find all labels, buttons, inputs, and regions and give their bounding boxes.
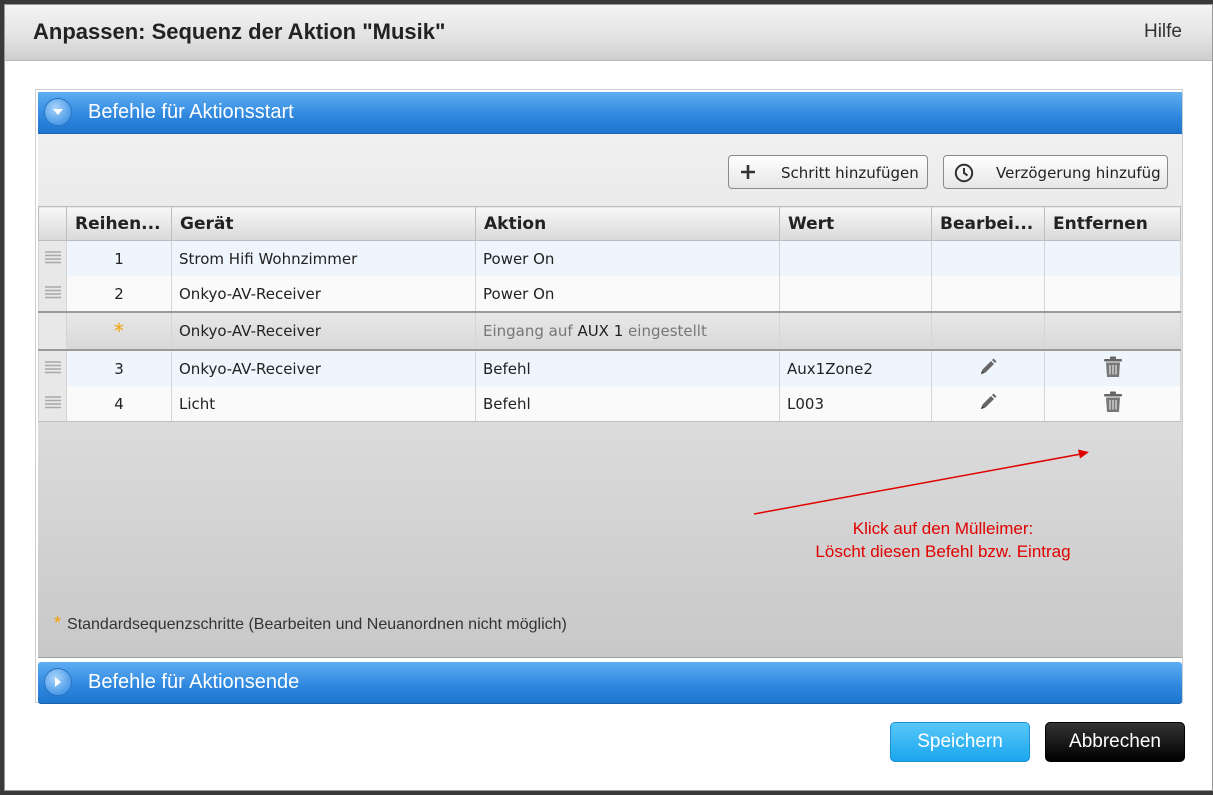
dialog-titlebar: Anpassen: Sequenz der Aktion "Musik" Hil… [5,5,1212,61]
footnote-text: Standardsequenzschritte (Bearbeiten und … [67,616,567,633]
section-label-start: Befehle für Aktionsstart [88,101,294,123]
annotation-arrow [753,449,1089,515]
footnote: * Standardsequenzschritte (Bearbeiten und… [54,613,567,634]
sequence-panel: Befehle für Aktionsstart Schritt hinzufü… [35,89,1183,704]
customize-sequence-dialog: Anpassen: Sequenz der Aktion "Musik" Hil… [4,4,1213,791]
annotation-line-2: Löscht diesen Befehl bzw. Eintrag [815,542,1071,561]
help-link[interactable]: Hilfe [1144,21,1182,43]
cancel-button[interactable]: Abbrechen [1045,722,1185,762]
section-content-start: Schritt hinzufügen Verzögerung hinzufüg … [38,134,1182,658]
annotation-text: Klick auf den Mülleimer: Löscht diesen B… [738,517,1148,563]
section-header-end[interactable]: Befehle für Aktionsende [38,662,1182,704]
footnote-star: * [54,613,62,633]
section-label-end: Befehle für Aktionsende [88,671,300,693]
chevron-right-icon[interactable] [44,668,72,696]
dialog-title: Anpassen: Sequenz der Aktion "Musik" [33,19,446,44]
save-button[interactable]: Speichern [890,722,1030,762]
chevron-down-icon[interactable] [44,98,72,126]
section-header-start[interactable]: Befehle für Aktionsstart [38,92,1182,134]
annotation-line-1: Klick auf den Mülleimer: [852,519,1034,538]
